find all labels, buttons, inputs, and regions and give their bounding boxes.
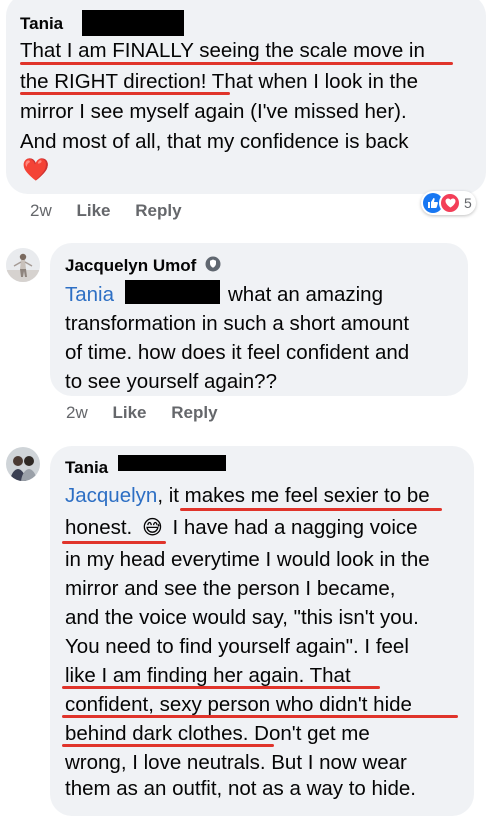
comment-author[interactable]: Tania xyxy=(65,458,108,478)
reaction-summary[interactable]: 5 xyxy=(421,191,476,215)
comment-meta: 2w Like Reply xyxy=(66,403,218,423)
comment-text-line: in my head everytime I would look in the xyxy=(65,548,430,571)
highlight-underline xyxy=(62,715,458,718)
mention-link[interactable]: Jacquelyn xyxy=(65,484,157,507)
highlight-underline xyxy=(62,541,166,544)
comment-author[interactable]: Tania xyxy=(20,14,63,34)
comment-text-line: And most of all, that my confidence is b… xyxy=(20,130,409,153)
comment-text-line: of time. how does it feel confident and xyxy=(65,341,410,364)
redacted-name xyxy=(118,455,226,471)
reaction-count: 5 xyxy=(464,195,472,211)
highlight-underline xyxy=(62,744,274,747)
heart-icon xyxy=(439,192,461,214)
comment-text-line: mirror and see the person I became, xyxy=(65,577,396,600)
avatar[interactable] xyxy=(6,447,40,481)
heart-emoji: ❤️ xyxy=(22,157,50,182)
like-button[interactable]: Like xyxy=(112,403,146,422)
avatar[interactable] xyxy=(6,248,40,282)
highlight-underline xyxy=(62,686,380,689)
comment-timestamp[interactable]: 2w xyxy=(66,403,88,422)
reply-button[interactable]: Reply xyxy=(171,403,217,422)
comment-text: honest. xyxy=(65,516,133,539)
comment-text-line: Jacquelyn, it makes me feel sexier to be xyxy=(65,482,430,510)
redacted-name xyxy=(82,10,184,36)
comment-text-line: what an amazing xyxy=(228,283,383,306)
comment-text: , it makes me feel sexier to be xyxy=(157,484,430,507)
comment-text-line: You need to find yourself again". I feel xyxy=(65,635,409,658)
comment-text-line: honest. 😅 I have had a nagging voice xyxy=(65,514,418,542)
sweat-smile-emoji: 😅 xyxy=(141,517,163,539)
like-button[interactable]: Like xyxy=(76,201,110,220)
comment-bubble xyxy=(6,0,486,194)
comment-text: I have had a nagging voice xyxy=(172,516,418,539)
comment-text-line: to see yourself again?? xyxy=(65,370,277,393)
highlight-underline xyxy=(180,508,442,511)
comment-text-line: them as an outfit, not as a way to hide. xyxy=(65,777,416,800)
comment-text-line: Tania xyxy=(65,281,114,309)
redacted-name xyxy=(125,280,220,304)
reply-button[interactable]: Reply xyxy=(135,201,181,220)
comment-text-line: That I am FINALLY seeing the scale move … xyxy=(20,39,425,62)
mention-link[interactable]: Tania xyxy=(65,283,114,306)
comment-author[interactable]: Jacquelyn Umof xyxy=(65,256,221,277)
highlight-underline xyxy=(20,62,453,65)
comment-text-line: wrong, I love neutrals. But I now wear xyxy=(65,751,407,774)
comment-text-line: and the voice would say, "this isn't you… xyxy=(65,606,419,629)
highlight-underline xyxy=(20,92,230,95)
comment-text-line: mirror I see myself again (I've missed h… xyxy=(20,100,407,123)
comment-meta: 2w Like Reply xyxy=(30,201,182,221)
author-name: Jacquelyn Umof xyxy=(65,256,197,275)
shield-badge-icon xyxy=(205,256,221,277)
comment-text-line: transformation in such a short amount xyxy=(65,312,410,335)
comment-timestamp[interactable]: 2w xyxy=(30,201,52,220)
